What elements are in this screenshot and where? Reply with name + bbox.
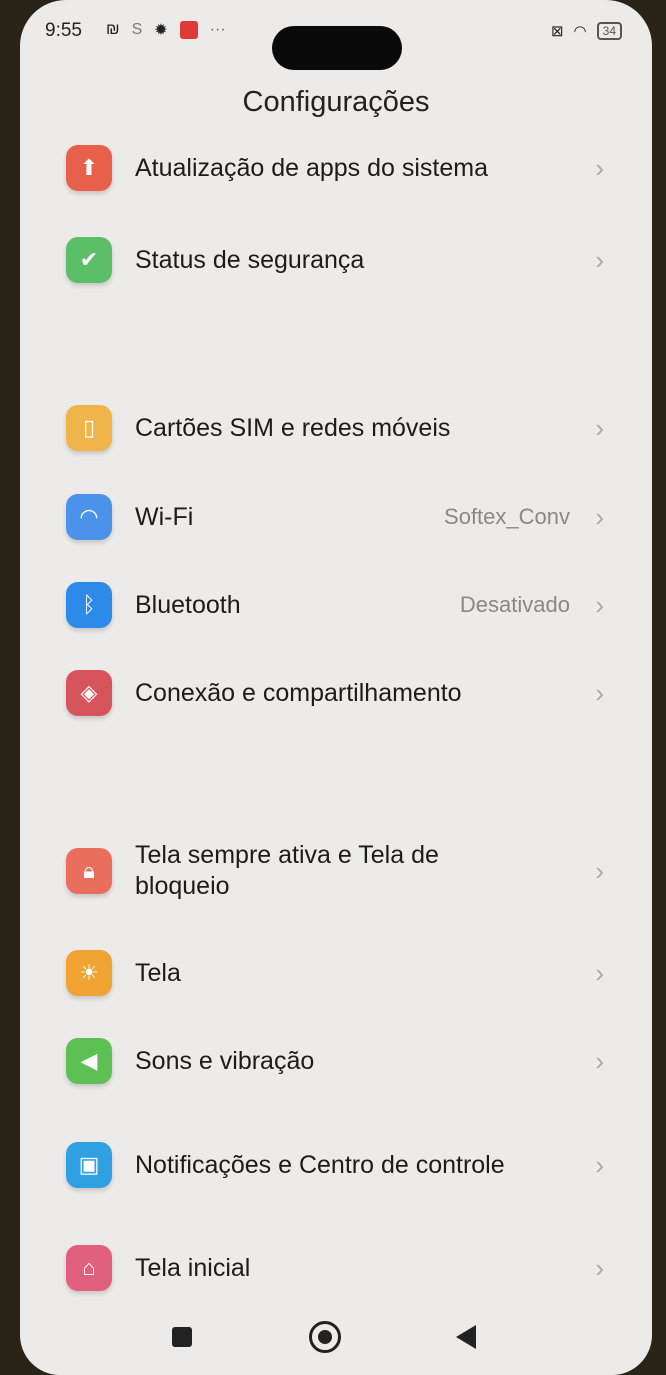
chevron-right-icon: › [595,1252,604,1283]
connection-icon: ◈ [66,670,112,716]
lock-icon: 🔒︎ [66,848,112,894]
shield-check-icon: ✔ [66,237,112,283]
battery-icon: 34 [596,22,622,40]
recents-button[interactable] [172,1327,192,1347]
bluetooth-icon: ᛒ [66,582,112,628]
settings-item[interactable]: ⬆ Atualização de apps do sistema › [20,128,652,208]
arrow-up-icon: ⬆ [66,145,112,191]
settings-item[interactable]: ▯ Cartões SIM e redes móveis › [20,388,652,468]
settings-item-value: Softex_Conv [444,504,570,529]
settings-item[interactable]: 🔒︎ Tela sempre ativa e Tela de bloqueio … [20,831,652,911]
s-icon: S [131,21,143,38]
chevron-right-icon: › [595,412,604,443]
speaker-icon: ◀ [66,1038,112,1084]
home-button[interactable] [309,1321,341,1353]
chevron-right-icon: › [595,855,604,886]
gear-icon: ✹ [154,22,168,39]
settings-item[interactable]: ◀ Sons e vibração › [20,1021,652,1101]
wifi-signal-icon: ◠ [573,23,587,40]
chevron-right-icon: › [595,677,604,708]
wifi-icon: ◠ [66,494,112,540]
settings-item[interactable]: ✔ Status de segurança › [20,220,652,300]
settings-item-label: Conexão e compartilhamento [135,678,462,707]
settings-item[interactable]: ☀ Tela › [20,933,652,1013]
notification-icon: ▣ [66,1142,112,1188]
navigation-bar [20,1319,652,1359]
sim-card-icon: ▯ [66,405,112,451]
settings-item[interactable]: ᛒ Bluetooth Desativado › [20,565,652,645]
settings-item-value: Desativado [459,592,570,617]
back-button[interactable] [456,1325,476,1349]
page-title: Configurações [242,86,430,118]
settings-item[interactable]: ⌂ Tela inicial › [20,1228,652,1308]
chevron-right-icon: › [595,957,604,988]
settings-item-label: Status de segurança [135,245,365,274]
more-icon: ··· [209,21,226,38]
no-sim-icon: ⊠ [550,23,564,40]
settings-item-label: Tela sempre ativa e Tela de bloqueio [135,841,439,900]
chevron-right-icon: › [595,152,604,183]
settings-item-label: Tela inicial [135,1253,251,1282]
screen: 9:55 ₪ S ✹ ··· ⊠ ◠ 34 Configurações ⬆ At… [20,0,652,1375]
chevron-right-icon: › [595,1045,604,1076]
settings-item[interactable]: ◠ Wi-Fi Softex_Conv › [20,477,652,557]
chevron-right-icon: › [595,589,604,620]
chevron-right-icon: › [595,501,604,532]
settings-item[interactable]: ◈ Conexão e compartilhamento › [20,653,652,733]
status-bar: 9:55 ₪ S ✹ ··· ⊠ ◠ 34 [20,18,652,70]
camera-cutout [272,26,402,70]
nfc-icon: ₪ [106,21,120,38]
chevron-right-icon: › [595,1149,604,1180]
clock: 9:55 [45,20,82,41]
brightness-icon: ☀ [66,950,112,996]
settings-item-label: Cartões SIM e redes móveis [135,413,451,442]
mail-app-icon [179,21,198,39]
settings-item[interactable]: ▣ Notificações e Centro de controle › [20,1125,652,1205]
chevron-right-icon: › [595,244,604,275]
settings-item-label: Sons e vibração [135,1046,315,1075]
settings-item-label: Atualização de apps do sistema [135,153,488,182]
home-icon: ⌂ [66,1245,112,1291]
settings-item-label: Notificações e Centro de controle [135,1150,505,1179]
settings-item-label: Tela [135,958,181,987]
